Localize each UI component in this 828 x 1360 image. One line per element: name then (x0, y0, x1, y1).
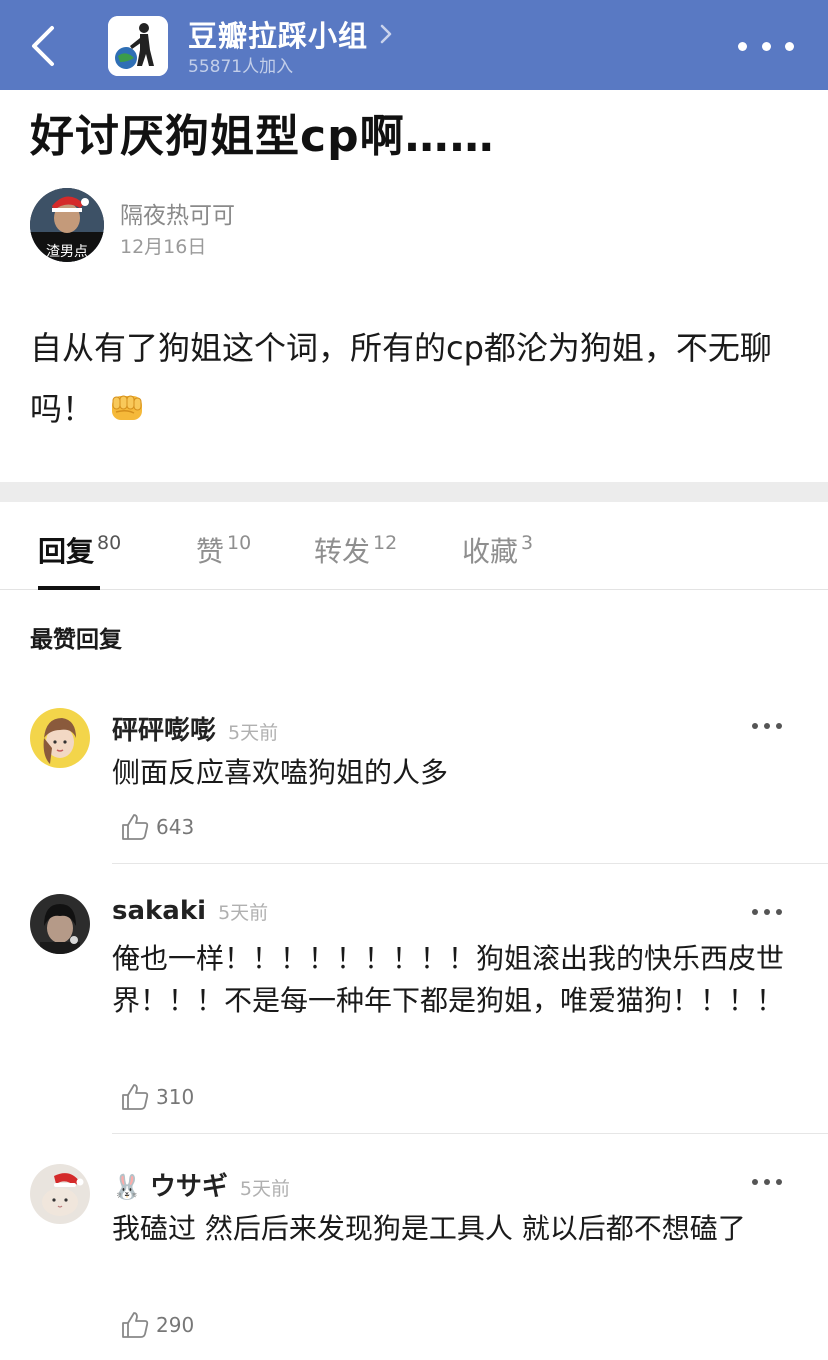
tab-replies[interactable]: 回复 80 (38, 530, 121, 570)
more-dot (764, 909, 770, 915)
comment-divider (112, 1133, 828, 1134)
commenter-avatar[interactable] (30, 894, 90, 954)
tab-label: 收藏 (462, 535, 519, 568)
avatar-caption: 渣男点 (46, 244, 88, 260)
commenter-avatar-image (30, 894, 90, 954)
tab-count: 3 (521, 532, 534, 554)
more-dot (776, 1179, 782, 1185)
author-name[interactable]: 隔夜热可可 (120, 196, 235, 230)
commenter-avatar[interactable] (30, 708, 90, 768)
comment-text: 俺也一样！！！！！！！！！狗姐滚出我的快乐西皮世界！！！不是每一种年下都是狗姐，… (112, 942, 785, 1017)
comment-time: 5天前 (228, 722, 279, 744)
tab-label: 转发 (314, 535, 371, 568)
tab-label: 赞 (196, 535, 225, 568)
comment-divider (112, 863, 828, 864)
tab-reshares[interactable]: 转发 12 (314, 530, 397, 570)
comment-like-button[interactable]: 310 (120, 1082, 194, 1112)
back-button[interactable] (24, 22, 64, 70)
more-dots-icon (738, 41, 747, 51)
tab-collections[interactable]: 收藏 3 (462, 530, 533, 570)
comment-header: sakaki 5天前 (112, 896, 268, 932)
comment-more-button[interactable] (752, 907, 782, 917)
comment-like-button[interactable]: 643 (120, 812, 194, 842)
comment-time: 5天前 (218, 902, 269, 924)
more-dots-icon (752, 723, 758, 729)
commenter-avatar-image (30, 708, 90, 768)
group-name: 豆瓣拉踩小组 (188, 19, 369, 53)
post-tabs: 回复 80 赞 10 转发 12 收藏 3 (0, 502, 828, 590)
more-dot (785, 41, 794, 51)
thumbs-up-icon (122, 814, 149, 840)
fist-emoji-icon (112, 395, 143, 420)
section-divider (0, 482, 828, 502)
commenter-avatar-image (30, 1164, 90, 1224)
group-header: 豆瓣拉踩小组 55871人加入 (0, 0, 828, 90)
more-dots-icon (752, 1179, 758, 1185)
tab-count: 12 (373, 532, 398, 554)
comment-more-button[interactable] (752, 1177, 782, 1187)
chevron-right-icon (380, 24, 392, 44)
more-options-button[interactable] (738, 36, 794, 56)
bunny-emoji-icon: 🐰 (112, 1173, 142, 1201)
thumbs-up-icon (122, 1084, 149, 1110)
comment-time: 5天前 (239, 1178, 290, 1200)
post-title: 好讨厌狗姐型cp啊…… (30, 111, 495, 162)
comment-like-button[interactable]: 290 (120, 1310, 194, 1340)
comment-text: 侧面反应喜欢嗑狗姐的人多 (112, 756, 449, 789)
author-avatar[interactable]: 渣男点 (30, 188, 104, 262)
thumbs-up-icon (122, 1312, 149, 1338)
like-count: 643 (156, 815, 195, 839)
like-count: 310 (156, 1085, 195, 1109)
more-dots-icon (752, 909, 758, 915)
comment-text: 我磕过 然后后来发现狗是工具人 就以后都不想磕了 (112, 1212, 746, 1245)
group-logo[interactable] (108, 16, 168, 76)
commenter-avatar[interactable] (30, 1164, 90, 1224)
more-dot (764, 1179, 770, 1185)
tab-count: 10 (227, 532, 252, 554)
more-dot (764, 723, 770, 729)
post-date: 12月16日 (120, 236, 207, 258)
like-count: 290 (156, 1313, 195, 1337)
tab-count: 80 (97, 532, 122, 554)
top-replies-heading: 最赞回复 (30, 627, 122, 653)
post-body: 自从有了狗姐这个词，所有的cp都沦为狗姐，不无聊吗！ (30, 318, 805, 440)
tab-label: 回复 (38, 535, 95, 568)
comment-header: 砰砰嘭嘭 5天前 (112, 710, 278, 746)
group-logo-image (108, 16, 168, 76)
commenter-name[interactable]: 砰砰嘭嘭 (112, 710, 216, 747)
comment-header: 🐰 ウサギ 5天前 (112, 1166, 290, 1202)
group-title-link[interactable]: 豆瓣拉踩小组 (188, 14, 394, 54)
back-arrow-icon (32, 26, 54, 66)
commenter-name[interactable]: ウサギ (150, 1166, 228, 1203)
active-tab-indicator (38, 586, 100, 590)
member-count: 55871人加入 (188, 57, 294, 77)
more-dot (776, 909, 782, 915)
more-dot (776, 723, 782, 729)
commenter-name[interactable]: sakaki (112, 896, 206, 926)
comment-more-button[interactable] (752, 721, 782, 731)
author-avatar-image: 渣男点 (30, 188, 104, 262)
tab-likes[interactable]: 赞 10 (196, 530, 251, 570)
more-dot (761, 41, 771, 51)
